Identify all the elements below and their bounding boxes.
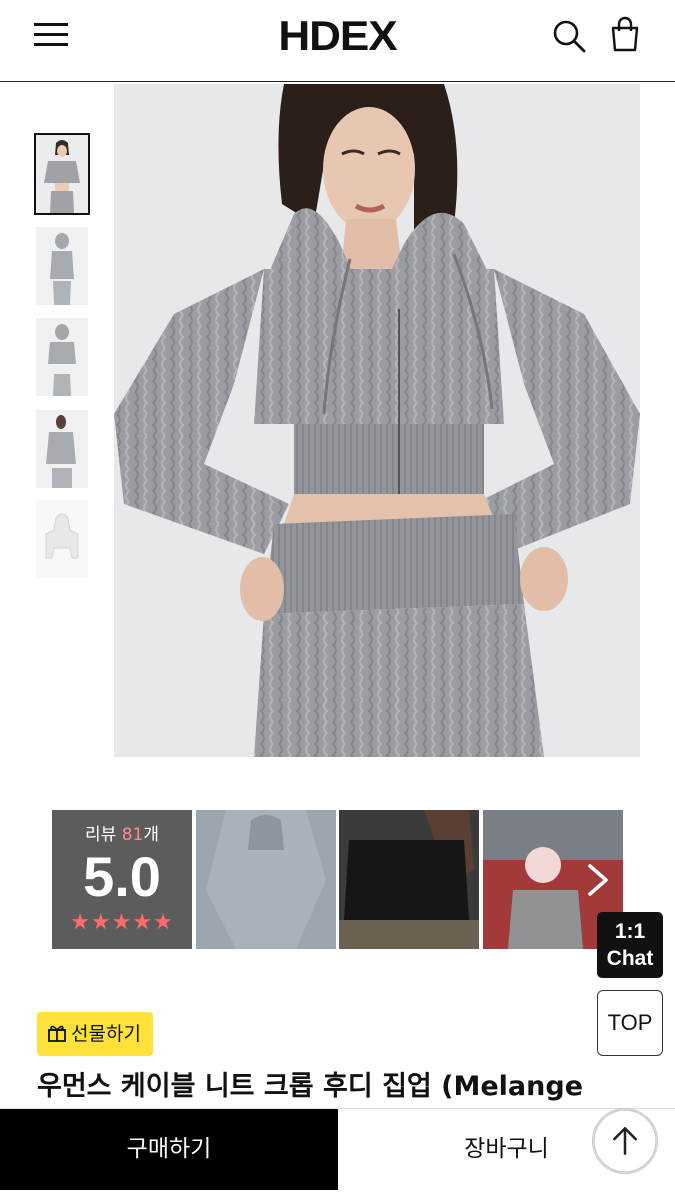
top-header: HDEX	[0, 0, 675, 82]
model-front-thumbnail	[36, 135, 88, 213]
thumbnail-3[interactable]	[36, 318, 88, 396]
review-score: 5.0	[83, 845, 161, 908]
thumbnail-5[interactable]	[36, 500, 88, 578]
gift-icon	[48, 1025, 66, 1042]
rating-stars: ★★★★★	[70, 910, 174, 935]
review-photo-2[interactable]	[339, 810, 479, 949]
scroll-top-button[interactable]: TOP	[597, 990, 663, 1056]
model-detail-thumbnail	[36, 410, 88, 488]
model-photo	[114, 84, 640, 757]
thumbnail-2[interactable]	[36, 227, 88, 305]
buy-button[interactable]: 구매하기	[0, 1109, 338, 1190]
review-count-label: 리뷰 81개	[85, 825, 159, 845]
bottom-action-bar: 구매하기 장바구니	[0, 1108, 675, 1190]
gift-label: 선물하기	[71, 1023, 141, 1045]
main-product-image[interactable]	[114, 84, 640, 757]
thumbnail-4[interactable]	[36, 410, 88, 488]
search-icon[interactable]	[552, 19, 586, 53]
product-flat-thumbnail	[36, 500, 88, 578]
shopping-bag-icon[interactable]	[610, 16, 640, 52]
review-photo-image	[339, 810, 479, 949]
model-side-thumbnail	[36, 227, 88, 305]
gift-button[interactable]: 선물하기	[37, 1012, 153, 1056]
thumbnail-1[interactable]	[34, 133, 90, 215]
arrow-up-icon[interactable]	[592, 1108, 658, 1174]
chat-button-line2: Chat	[606, 947, 654, 970]
chat-button[interactable]: 1:1 Chat	[597, 912, 663, 978]
review-count: 81	[121, 825, 144, 845]
review-photo-1[interactable]	[196, 810, 336, 949]
product-title: 우먼스 케이블 니트 크롭 후디 집업 (Melange	[37, 1071, 584, 1102]
review-summary-card[interactable]: 리뷰 81개 5.0 ★★★★★	[52, 810, 192, 949]
chat-button-line1: 1:1	[614, 920, 646, 943]
model-back-thumbnail	[36, 318, 88, 396]
chevron-right-icon[interactable]	[584, 860, 612, 900]
review-photo-image	[196, 810, 336, 949]
